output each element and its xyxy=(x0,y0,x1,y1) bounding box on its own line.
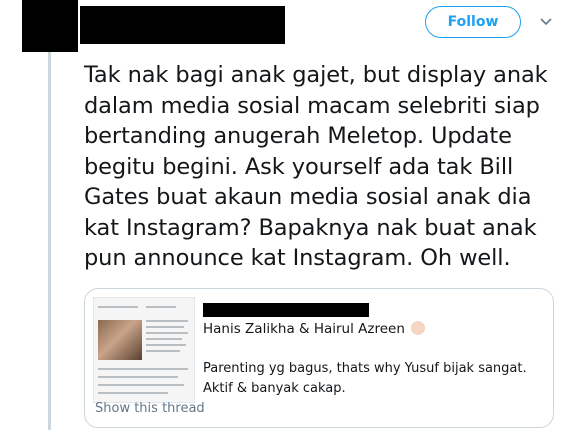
quoted-author-redacted xyxy=(203,303,369,317)
quoted-author-name: Hanis Zalikha & Hairul Azreen xyxy=(203,321,405,337)
tweet-text-line: pun announce kat Instagram. Oh well. xyxy=(84,245,511,271)
quoted-tweet-card[interactable]: Hanis Zalikha & Hairul Azreen Parenting … xyxy=(84,288,554,428)
tweet-text-line: bertanding anugerah Meletop. Update xyxy=(84,123,512,149)
author-name-redacted[interactable] xyxy=(80,6,285,44)
tweet-text-line: kat Instagram? Bapaknya nak buat anak xyxy=(84,214,537,241)
thumbnail-line xyxy=(146,332,188,334)
thumbnail-photo xyxy=(98,320,142,360)
thumbnail-line xyxy=(146,350,180,352)
thumbnail-line xyxy=(98,368,188,370)
tweet-text-line: begitu begini. Ask yourself ada tak Bill xyxy=(84,153,514,180)
thumbnail-line xyxy=(98,392,168,394)
avatar-redacted[interactable] xyxy=(22,0,78,52)
tweet-text-line: Gates buat akaun media sosial anak dia xyxy=(84,184,532,210)
thumbnail-line xyxy=(146,344,186,346)
quoted-tweet-text: Parenting yg bagus, thats why Yusuf bija… xyxy=(203,361,527,396)
tweet-text-line: Tak nak bagi anak gajet, but display ana… xyxy=(84,62,548,88)
tweet-text: Tak nak bagi anak gajet, but display ana… xyxy=(84,60,572,274)
thumbnail-line xyxy=(98,376,178,378)
quoted-author-label: Hanis Zalikha & Hairul Azreen xyxy=(203,321,425,337)
tweet-container: Follow Tak nak bagi anak gajet, but disp… xyxy=(0,0,584,430)
thread-line xyxy=(48,52,51,430)
clapping-hands-icon xyxy=(410,321,425,335)
thumbnail-line xyxy=(146,326,184,328)
thumbnail-line xyxy=(98,306,138,308)
follow-button-label: Follow xyxy=(447,14,499,30)
chevron-down-icon[interactable] xyxy=(538,14,554,30)
thumbnail-line xyxy=(98,384,184,386)
tweet-text-line: dalam media sosial macam selebriti siap xyxy=(84,92,540,119)
follow-button[interactable]: Follow xyxy=(425,6,521,38)
thumbnail-line xyxy=(146,338,182,340)
show-thread-link[interactable]: Show this thread xyxy=(95,401,205,416)
thumbnail-line xyxy=(146,320,188,322)
quoted-tweet-thumbnail[interactable] xyxy=(93,297,195,403)
thumbnail-line xyxy=(146,306,176,308)
